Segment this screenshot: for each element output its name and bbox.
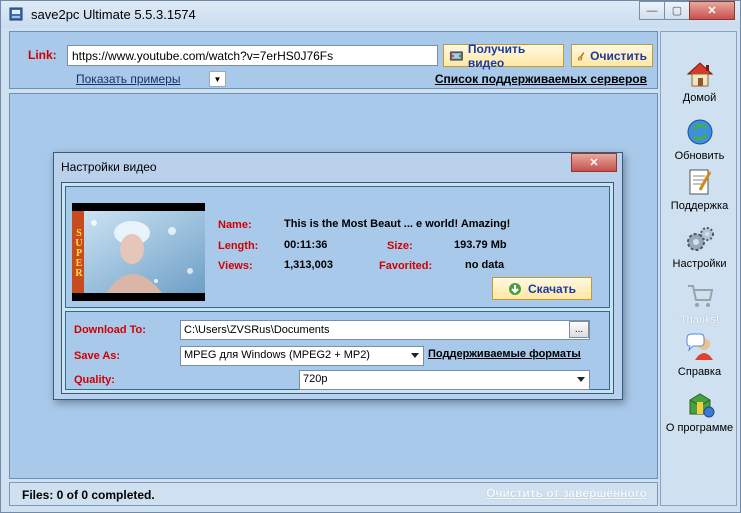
download-path-input[interactable] — [180, 320, 590, 340]
cart-icon — [687, 285, 713, 307]
status-bar: Files: 0 of 0 completed. Очистить от зав… — [9, 482, 658, 506]
sidebar-item-support[interactable]: Поддержка — [661, 166, 738, 212]
film-reel-icon — [449, 50, 463, 61]
clear-completed-link[interactable]: Очистить от завершённого — [486, 486, 647, 500]
download-to-label: Download To: — [74, 324, 146, 336]
video-settings-dialog: Настройки видео ✕ SUPER Name: This is th… — [53, 152, 623, 400]
link-panel: Link: Получить видео Очистить Показать п… — [9, 31, 658, 89]
quality-label: Quality: — [74, 374, 115, 386]
support-icon — [689, 169, 711, 195]
save-as-value: MPEG для Windows (MPEG2 + MP2) — [184, 349, 370, 361]
gears-icon — [686, 227, 714, 251]
window-title: save2pc Ultimate 5.5.3.1574 — [31, 7, 196, 22]
save-as-select[interactable]: MPEG для Windows (MPEG2 + MP2) — [180, 346, 424, 366]
sidebar-item-label: Поддержка — [670, 200, 729, 212]
get-video-label: Получить видео — [467, 41, 526, 70]
examples-dropdown-button[interactable]: ▼ — [209, 71, 226, 87]
close-button[interactable]: ✕ — [689, 1, 735, 20]
sidebar-item-label: Домой — [682, 92, 717, 104]
broom-icon — [577, 51, 585, 60]
refresh-icon — [687, 119, 712, 145]
sidebar-item-label: Справка — [677, 366, 722, 378]
sidebar: Домой Обновить Поддержка Настройки Thank… — [660, 31, 737, 506]
sidebar-item-label: Обновить — [674, 150, 725, 162]
url-input[interactable] — [67, 45, 438, 66]
about-icon — [689, 393, 714, 418]
sidebar-item-home[interactable]: Домой — [661, 58, 738, 104]
browse-button[interactable]: ... — [569, 321, 589, 338]
quality-select[interactable]: 720p — [299, 370, 590, 390]
thumbnail-image — [72, 211, 205, 293]
sidebar-item-label: О программе — [665, 422, 734, 434]
clear-label: Очистить — [590, 48, 647, 63]
clear-button[interactable]: Очистить — [571, 44, 653, 67]
dialog-body: SUPER Name: This is the Most Beaut ... e… — [61, 182, 614, 394]
thumbnail-logo-text: SUPER — [75, 228, 83, 279]
home-icon — [686, 62, 713, 87]
download-options-panel: Download To: ... Save As: MPEG для Windo… — [65, 311, 610, 390]
sidebar-item-label: Thanks! — [679, 314, 720, 326]
get-video-button[interactable]: Получить видео — [443, 41, 564, 70]
title-bar[interactable]: save2pc Ultimate 5.5.3.1574 — ▢ ✕ — [1, 1, 740, 28]
chevron-down-icon: ▼ — [213, 74, 222, 84]
views-label: Views: — [218, 260, 253, 272]
link-label: Link: — [28, 48, 57, 62]
video-thumbnail: SUPER — [72, 203, 205, 301]
app-icon — [9, 7, 23, 21]
chevron-down-icon — [411, 353, 419, 358]
download-label: Скачать — [528, 281, 576, 296]
help-icon — [686, 333, 713, 360]
save-as-label: Save As: — [74, 350, 121, 362]
chevron-down-icon — [577, 377, 585, 382]
length-value: 00:11:36 — [284, 239, 328, 251]
dialog-title: Настройки видео — [61, 160, 157, 174]
video-info-panel: SUPER Name: This is the Most Beaut ... e… — [65, 186, 610, 308]
sidebar-item-settings[interactable]: Настройки — [661, 224, 738, 270]
sidebar-item-label: Настройки — [672, 258, 727, 270]
sidebar-item-help[interactable]: Справка — [661, 332, 738, 378]
download-button[interactable]: Скачать — [492, 277, 592, 300]
sidebar-item-about[interactable]: О программе — [661, 388, 738, 434]
quality-value: 720p — [303, 373, 328, 385]
dialog-close-button[interactable]: ✕ — [571, 153, 617, 172]
name-value: This is the Most Beaut ... e world! Amaz… — [284, 218, 511, 230]
favorited-value: no data — [465, 259, 505, 271]
name-label: Name: — [218, 219, 252, 231]
supported-formats-link[interactable]: Поддерживаемые форматы — [428, 348, 581, 360]
minimize-button[interactable]: — — [639, 1, 665, 20]
maximize-button[interactable]: ▢ — [664, 1, 690, 20]
size-value: 193.79 Mb — [454, 239, 507, 251]
size-label: Size: — [387, 240, 413, 252]
sidebar-item-refresh[interactable]: Обновить — [661, 116, 738, 162]
window-controls: — ▢ ✕ — [639, 1, 735, 21]
sidebar-item-thanks[interactable]: Thanks! — [661, 280, 738, 326]
files-status: Files: 0 of 0 completed. — [22, 488, 155, 502]
show-examples-link[interactable]: Показать примеры — [76, 72, 180, 86]
supported-servers-link[interactable]: Список поддерживаемых серверов — [435, 72, 647, 86]
download-arrow-icon — [509, 282, 522, 295]
views-value: 1,313,003 — [284, 259, 333, 271]
length-label: Length: — [218, 240, 259, 252]
app-window: save2pc Ultimate 5.5.3.1574 — ▢ ✕ Link: … — [0, 0, 741, 513]
favorited-label: Favorited: — [379, 260, 433, 272]
